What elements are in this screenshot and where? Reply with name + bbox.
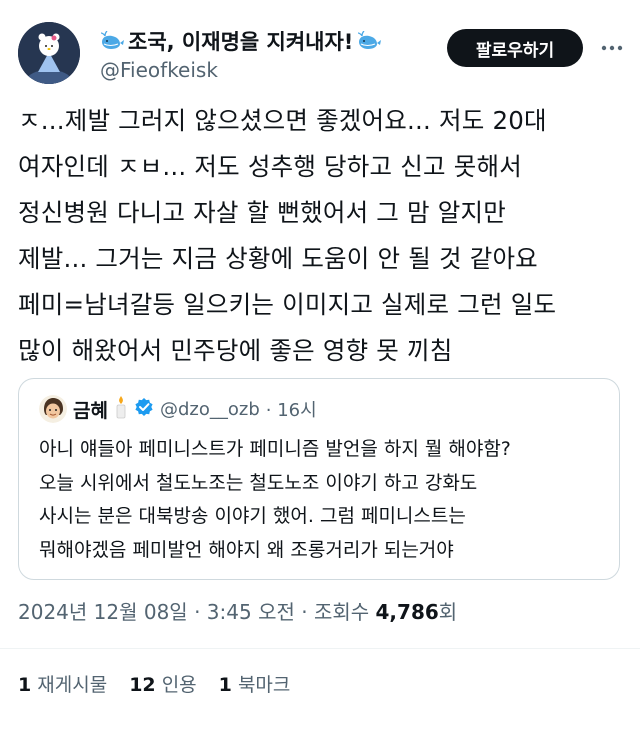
quoted-tweet-header: 금혜 @dzo__ozb · 16시 (39, 394, 317, 424)
reposts-stat[interactable]: 1 재게시물 (18, 670, 107, 700)
quotes-count: 12 (129, 674, 156, 696)
whale-emoji-icon (357, 30, 382, 51)
author-avatar[interactable] (18, 22, 80, 84)
quoted-tweet[interactable]: 금혜 @dzo__ozb · 16시 아니 얘들아 페미니스트가 페미니즘 발언… (18, 378, 620, 580)
tweet-text-line: 제발... 그거는 지금 상황에 도움이 안 될 것 같아요 (18, 244, 538, 273)
tweet-text-line: 정신병원 다니고 자살 할 뻔했어서 그 맘 알지만 (18, 198, 506, 227)
tweet-header: 조국, 이재명을 지켜내자! @Fieofkeisk 팔로우하기 (0, 0, 640, 100)
quoted-text-line: 오늘 시위에서 철도노조는 철도노조 이야기 하고 강화도 (39, 471, 478, 494)
views-count: 4,786 (375, 600, 439, 624)
reposts-label: 재게시물 (37, 674, 108, 696)
bookmarks-count: 1 (218, 674, 232, 696)
tweet-meta: 2024년 12월 08일 · 3:45 오전 · 조회수 4,786회 (18, 600, 458, 624)
quoted-author-handle: @dzo__ozb (159, 398, 260, 420)
tweet-stats: 1 재게시물 12 인용 1 북마크 (18, 670, 290, 700)
quoted-text-line: 뭐해야겠음 페미발언 해야지 왜 조롱거리가 되는거야 (39, 538, 454, 561)
tweet-text-line: 많이 해왔어서 민주당에 좋은 영향 못 끼침 (18, 336, 453, 365)
tweet-time[interactable]: 3:45 오전 (207, 600, 295, 624)
quotes-label: 인용 (161, 674, 197, 696)
more-options-button[interactable] (598, 36, 626, 60)
tweet-text-line: ㅈ...제발 그러지 않으셨으면 좋겠어요... 저도 20대 (18, 106, 547, 135)
quotes-stat[interactable]: 12 인용 (129, 670, 196, 700)
quoted-tweet-text: 아니 얘들아 페미니스트가 페미니즘 발언을 하지 뭘 해야함? 오늘 시위에서… (39, 433, 614, 567)
quoted-text-line: 아니 얘들아 페미니스트가 페미니즘 발언을 하지 뭘 해야함? (39, 438, 511, 460)
tweet-text: ㅈ...제발 그러지 않으셨으면 좋겠어요... 저도 20대 여자인데 ㅈㅂ.… (18, 98, 628, 374)
whale-emoji-icon (100, 30, 124, 51)
author-display-name: 조국, 이재명을 지켜내자! (128, 30, 354, 54)
verified-badge-icon (134, 397, 154, 421)
candle-emoji-icon (114, 395, 128, 423)
reposts-count: 1 (18, 674, 32, 696)
author-name-row[interactable]: 조국, 이재명을 지켜내자! (100, 28, 382, 54)
tweet-date[interactable]: 2024년 12월 08일 (18, 600, 188, 624)
quoted-author-avatar[interactable] (39, 395, 67, 423)
bookmarks-stat[interactable]: 1 북마크 (219, 670, 291, 700)
bookmarks-label: 북마크 (237, 674, 291, 696)
quoted-tweet-time: · 16시 (265, 400, 317, 421)
tweet-text-line: 페미=남녀갈등 일으키는 이미지고 실제로 그런 일도 (18, 290, 557, 319)
follow-button[interactable]: 팔로우하기 (447, 29, 583, 67)
views-label: 조회수 (313, 600, 370, 624)
more-dots-icon (601, 45, 623, 51)
divider (0, 648, 640, 649)
quoted-author-name: 금혜 (73, 399, 108, 422)
author-handle[interactable]: @Fieofkeisk (100, 58, 218, 82)
tweet-text-line: 여자인데 ㅈㅂ... 저도 성추행 당하고 신고 못해서 (18, 152, 522, 181)
quoted-text-line: 사시는 분은 대북방송 이야기 했어. 그럼 페미니스트는 (39, 505, 466, 527)
views-suffix: 회 (438, 600, 458, 624)
